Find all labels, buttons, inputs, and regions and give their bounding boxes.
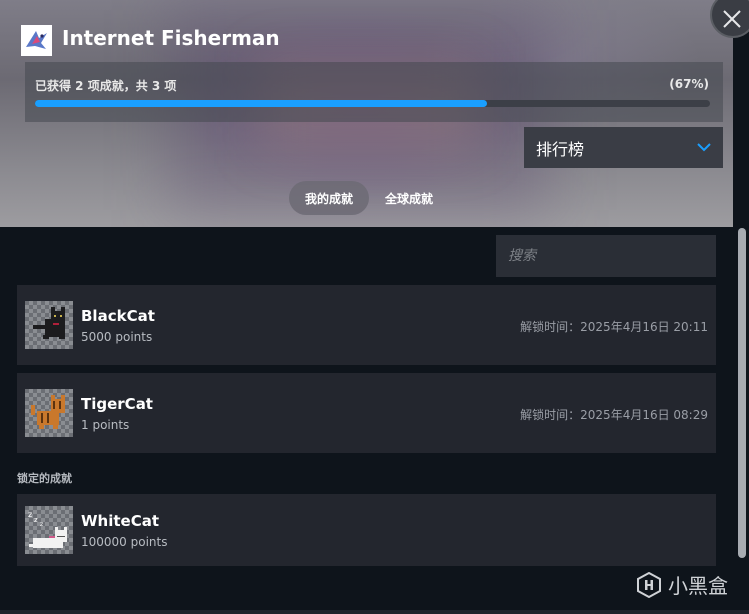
watermark-text: 小黑盒: [668, 574, 728, 598]
progress-percent: (67%): [669, 77, 709, 91]
achievement-points: 1 points: [81, 418, 130, 432]
achievement-progress-panel: 已获得 2 项成就，共 3 项 (67%): [25, 62, 723, 122]
game-title: Internet Fisherman: [62, 26, 280, 50]
svg-text:z: z: [40, 521, 43, 528]
scrollbar[interactable]: [738, 228, 746, 558]
unlock-time: 解锁时间：2025年4月16日 08:29: [520, 408, 708, 422]
svg-text:z: z: [34, 516, 38, 524]
search-box[interactable]: [496, 235, 716, 277]
leaderboard-dropdown[interactable]: 排行榜: [524, 127, 723, 168]
svg-text:z: z: [28, 510, 32, 519]
achievement-card-whitecat[interactable]: z z z WhiteCat 100000 points: [17, 494, 716, 566]
unlock-time: 解锁时间：2025年4月16日 20:11: [520, 320, 708, 334]
progress-summary: 已获得 2 项成就，共 3 项: [35, 79, 177, 93]
achievement-card-tigercat[interactable]: TigerCat 1 points 解锁时间：2025年4月16日 08:29: [17, 373, 716, 453]
black-cat-icon: [25, 301, 73, 349]
white-cat-icon: z z z: [25, 506, 73, 554]
achievement-name: TigerCat: [81, 395, 153, 413]
watermark: 小黑盒: [636, 570, 728, 599]
game-logo: [21, 25, 52, 56]
achievement-points: 100000 points: [81, 535, 168, 549]
achievement-name: BlackCat: [81, 307, 155, 325]
close-icon: [723, 10, 741, 28]
locked-section-heading: 锁定的成就: [17, 472, 72, 485]
dropdown-label: 排行榜: [536, 139, 585, 159]
tab-my-achievements[interactable]: 我的成就: [289, 181, 370, 215]
achievement-tabs: 我的成就 全球成就: [289, 181, 449, 215]
achievement-card-blackcat[interactable]: BlackCat 5000 points 解锁时间：2025年4月16日 20:…: [17, 285, 716, 365]
progress-bar: [35, 100, 710, 107]
tiger-cat-icon: [25, 389, 73, 437]
chevron-down-icon: [697, 143, 711, 152]
heybox-logo-icon: [637, 571, 661, 598]
search-input[interactable]: [506, 247, 706, 265]
tab-global-achievements[interactable]: 全球成就: [369, 181, 449, 215]
bottom-divider: [0, 610, 749, 614]
progress-bar-fill: [35, 100, 488, 107]
achievement-name: WhiteCat: [81, 512, 160, 530]
achievement-points: 5000 points: [81, 330, 153, 344]
